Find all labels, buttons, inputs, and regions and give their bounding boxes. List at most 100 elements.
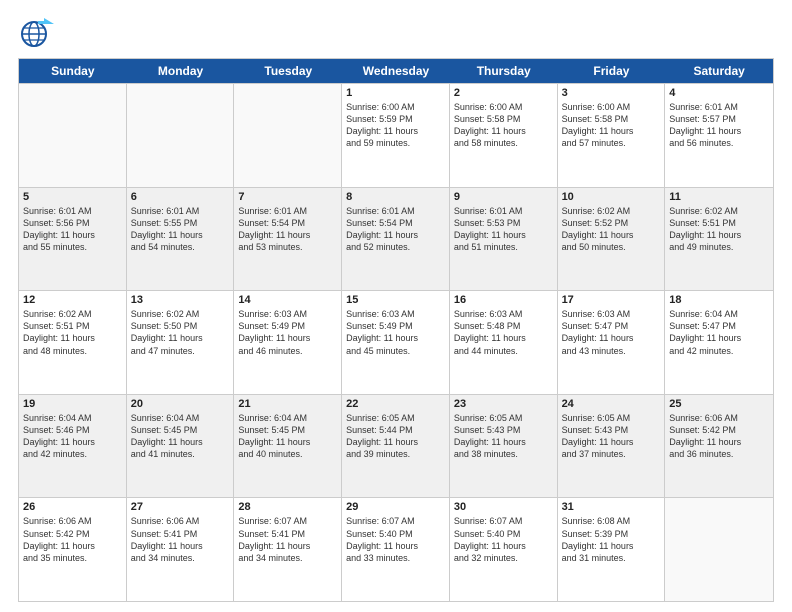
cell-info: Sunrise: 6:08 AM Sunset: 5:39 PM Dayligh… xyxy=(562,515,661,564)
cell-info: Sunrise: 6:03 AM Sunset: 5:48 PM Dayligh… xyxy=(454,308,553,357)
calendar-week: 19 Sunrise: 6:04 AM Sunset: 5:46 PM Dayli… xyxy=(19,394,773,498)
cell-info: Sunrise: 6:02 AM Sunset: 5:51 PM Dayligh… xyxy=(669,205,769,254)
day-number: 20 xyxy=(131,398,230,410)
day-number: 31 xyxy=(562,501,661,513)
calendar-cell xyxy=(665,498,773,601)
calendar-cell: 16 Sunrise: 6:03 AM Sunset: 5:48 PM Dayli… xyxy=(450,291,558,394)
calendar-cell: 24 Sunrise: 6:05 AM Sunset: 5:43 PM Dayli… xyxy=(558,395,666,498)
calendar-cell: 3 Sunrise: 6:00 AM Sunset: 5:58 PM Daylig… xyxy=(558,84,666,187)
cell-info: Sunrise: 6:02 AM Sunset: 5:50 PM Dayligh… xyxy=(131,308,230,357)
page: SundayMondayTuesdayWednesdayThursdayFrid… xyxy=(0,0,792,612)
calendar-cell: 27Sunrise: 6:06 AM Sunset: 5:41 PM Dayli… xyxy=(127,498,235,601)
calendar-cell xyxy=(234,84,342,187)
cell-info: Sunrise: 6:05 AM Sunset: 5:43 PM Dayligh… xyxy=(454,412,553,461)
calendar-header-cell: Friday xyxy=(558,59,666,83)
calendar-cell: 22 Sunrise: 6:05 AM Sunset: 5:44 PM Dayli… xyxy=(342,395,450,498)
cell-info: Sunrise: 6:06 AM Sunset: 5:42 PM Dayligh… xyxy=(669,412,769,461)
day-number: 17 xyxy=(562,294,661,306)
calendar-cell: 18 Sunrise: 6:04 AM Sunset: 5:47 PM Dayli… xyxy=(665,291,773,394)
day-number: 11 xyxy=(669,191,769,203)
cell-info: Sunrise: 6:00 AM Sunset: 5:59 PM Dayligh… xyxy=(346,101,445,150)
day-number: 10 xyxy=(562,191,661,203)
day-number: 9 xyxy=(454,191,553,203)
day-number: 2 xyxy=(454,87,553,99)
calendar-cell: 4 Sunrise: 6:01 AM Sunset: 5:57 PM Daylig… xyxy=(665,84,773,187)
calendar-cell: 5 Sunrise: 6:01 AM Sunset: 5:56 PM Daylig… xyxy=(19,188,127,291)
day-number: 3 xyxy=(562,87,661,99)
day-number: 8 xyxy=(346,191,445,203)
calendar-cell: 15Sunrise: 6:03 AM Sunset: 5:49 PM Dayli… xyxy=(342,291,450,394)
calendar-week: 12 Sunrise: 6:02 AM Sunset: 5:51 PM Dayli… xyxy=(19,290,773,394)
calendar-cell: 26Sunrise: 6:06 AM Sunset: 5:42 PM Dayli… xyxy=(19,498,127,601)
header xyxy=(18,10,774,52)
day-number: 30 xyxy=(454,501,553,513)
day-number: 19 xyxy=(23,398,122,410)
day-number: 22 xyxy=(346,398,445,410)
calendar-cell: 8Sunrise: 6:01 AM Sunset: 5:54 PM Daylig… xyxy=(342,188,450,291)
calendar-header-cell: Sunday xyxy=(19,59,127,83)
calendar-cell: 31 Sunrise: 6:08 AM Sunset: 5:39 PM Dayli… xyxy=(558,498,666,601)
calendar-cell: 1 Sunrise: 6:00 AM Sunset: 5:59 PM Daylig… xyxy=(342,84,450,187)
cell-info: Sunrise: 6:07 AM Sunset: 5:40 PM Dayligh… xyxy=(346,515,445,564)
calendar-cell: 17 Sunrise: 6:03 AM Sunset: 5:47 PM Dayli… xyxy=(558,291,666,394)
cell-info: Sunrise: 6:04 AM Sunset: 5:47 PM Dayligh… xyxy=(669,308,769,357)
day-number: 18 xyxy=(669,294,769,306)
calendar-cell: 29 Sunrise: 6:07 AM Sunset: 5:40 PM Dayli… xyxy=(342,498,450,601)
day-number: 7 xyxy=(238,191,337,203)
cell-info: Sunrise: 6:06 AM Sunset: 5:42 PM Dayligh… xyxy=(23,515,122,564)
calendar-cell: 11 Sunrise: 6:02 AM Sunset: 5:51 PM Dayli… xyxy=(665,188,773,291)
cell-info: Sunrise: 6:02 AM Sunset: 5:52 PM Dayligh… xyxy=(562,205,661,254)
calendar-cell xyxy=(127,84,235,187)
day-number: 16 xyxy=(454,294,553,306)
calendar-cell: 6Sunrise: 6:01 AM Sunset: 5:55 PM Daylig… xyxy=(127,188,235,291)
cell-info: Sunrise: 6:01 AM Sunset: 5:54 PM Dayligh… xyxy=(238,205,337,254)
cell-info: Sunrise: 6:07 AM Sunset: 5:40 PM Dayligh… xyxy=(454,515,553,564)
calendar-cell: 2 Sunrise: 6:00 AM Sunset: 5:58 PM Daylig… xyxy=(450,84,558,187)
calendar-cell: 30 Sunrise: 6:07 AM Sunset: 5:40 PM Dayli… xyxy=(450,498,558,601)
calendar-cell: 14Sunrise: 6:03 AM Sunset: 5:49 PM Dayli… xyxy=(234,291,342,394)
cell-info: Sunrise: 6:03 AM Sunset: 5:49 PM Dayligh… xyxy=(238,308,337,357)
day-number: 27 xyxy=(131,501,230,513)
calendar-cell: 10 Sunrise: 6:02 AM Sunset: 5:52 PM Dayli… xyxy=(558,188,666,291)
day-number: 5 xyxy=(23,191,122,203)
cell-info: Sunrise: 6:04 AM Sunset: 5:46 PM Dayligh… xyxy=(23,412,122,461)
day-number: 12 xyxy=(23,294,122,306)
calendar-header-cell: Wednesday xyxy=(342,59,450,83)
cell-info: Sunrise: 6:00 AM Sunset: 5:58 PM Dayligh… xyxy=(454,101,553,150)
calendar-cell: 23 Sunrise: 6:05 AM Sunset: 5:43 PM Dayli… xyxy=(450,395,558,498)
cell-info: Sunrise: 6:03 AM Sunset: 5:49 PM Dayligh… xyxy=(346,308,445,357)
calendar: SundayMondayTuesdayWednesdayThursdayFrid… xyxy=(18,58,774,602)
calendar-cell: 19 Sunrise: 6:04 AM Sunset: 5:46 PM Dayli… xyxy=(19,395,127,498)
day-number: 21 xyxy=(238,398,337,410)
cell-info: Sunrise: 6:01 AM Sunset: 5:57 PM Dayligh… xyxy=(669,101,769,150)
calendar-body: 1 Sunrise: 6:00 AM Sunset: 5:59 PM Daylig… xyxy=(19,83,773,601)
cell-info: Sunrise: 6:00 AM Sunset: 5:58 PM Dayligh… xyxy=(562,101,661,150)
calendar-week: 1 Sunrise: 6:00 AM Sunset: 5:59 PM Daylig… xyxy=(19,83,773,187)
cell-info: Sunrise: 6:05 AM Sunset: 5:43 PM Dayligh… xyxy=(562,412,661,461)
cell-info: Sunrise: 6:03 AM Sunset: 5:47 PM Dayligh… xyxy=(562,308,661,357)
day-number: 1 xyxy=(346,87,445,99)
cell-info: Sunrise: 6:04 AM Sunset: 5:45 PM Dayligh… xyxy=(131,412,230,461)
calendar-header-cell: Monday xyxy=(127,59,235,83)
cell-info: Sunrise: 6:02 AM Sunset: 5:51 PM Dayligh… xyxy=(23,308,122,357)
day-number: 28 xyxy=(238,501,337,513)
calendar-cell: 13Sunrise: 6:02 AM Sunset: 5:50 PM Dayli… xyxy=(127,291,235,394)
calendar-week: 26Sunrise: 6:06 AM Sunset: 5:42 PM Dayli… xyxy=(19,497,773,601)
cell-info: Sunrise: 6:05 AM Sunset: 5:44 PM Dayligh… xyxy=(346,412,445,461)
calendar-cell xyxy=(19,84,127,187)
calendar-cell: 21Sunrise: 6:04 AM Sunset: 5:45 PM Dayli… xyxy=(234,395,342,498)
calendar-cell: 20 Sunrise: 6:04 AM Sunset: 5:45 PM Dayli… xyxy=(127,395,235,498)
calendar-week: 5 Sunrise: 6:01 AM Sunset: 5:56 PM Daylig… xyxy=(19,187,773,291)
day-number: 23 xyxy=(454,398,553,410)
calendar-cell: 25 Sunrise: 6:06 AM Sunset: 5:42 PM Dayli… xyxy=(665,395,773,498)
calendar-header-cell: Tuesday xyxy=(234,59,342,83)
calendar-cell: 7 Sunrise: 6:01 AM Sunset: 5:54 PM Daylig… xyxy=(234,188,342,291)
calendar-cell: 28Sunrise: 6:07 AM Sunset: 5:41 PM Dayli… xyxy=(234,498,342,601)
cell-info: Sunrise: 6:01 AM Sunset: 5:53 PM Dayligh… xyxy=(454,205,553,254)
cell-info: Sunrise: 6:01 AM Sunset: 5:56 PM Dayligh… xyxy=(23,205,122,254)
day-number: 29 xyxy=(346,501,445,513)
day-number: 24 xyxy=(562,398,661,410)
logo xyxy=(18,14,60,52)
day-number: 4 xyxy=(669,87,769,99)
day-number: 25 xyxy=(669,398,769,410)
